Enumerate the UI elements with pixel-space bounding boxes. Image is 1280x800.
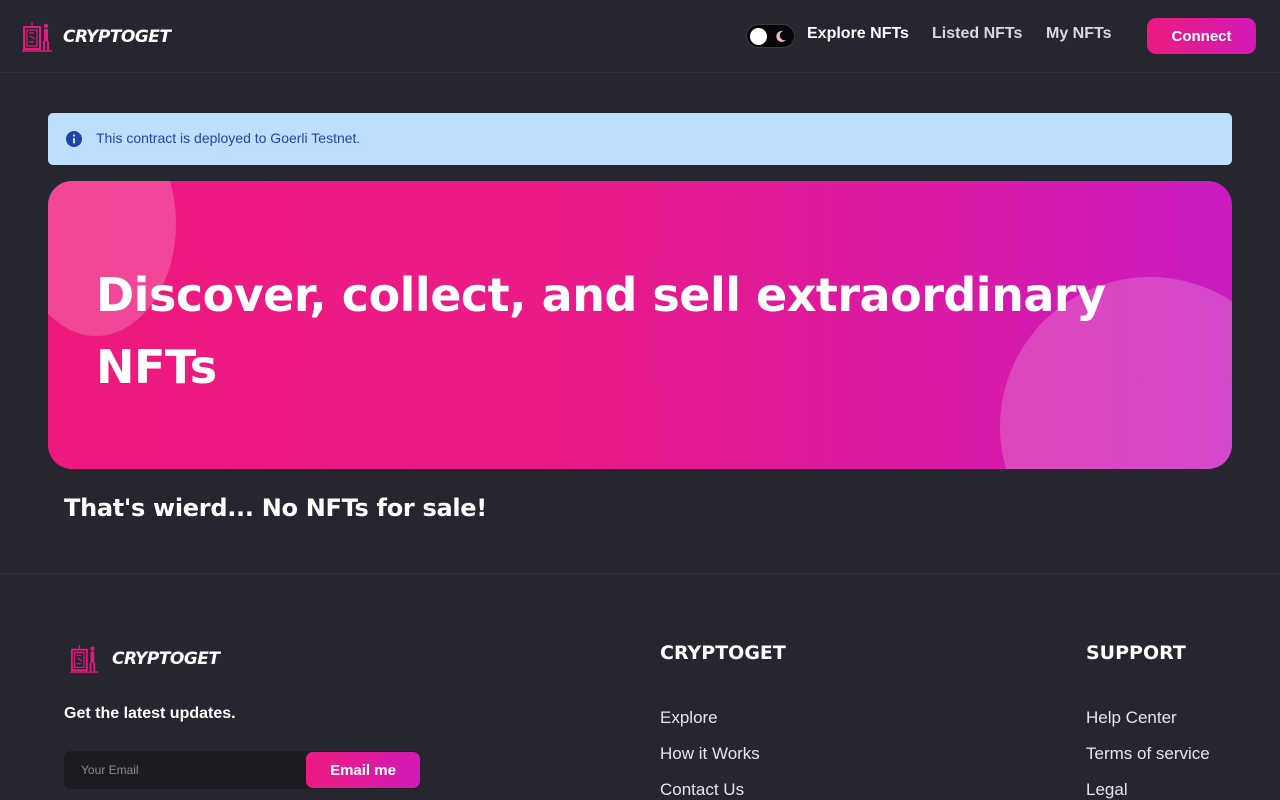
footer-col-title-support: SUPPORT (1086, 642, 1186, 664)
footer-link-terms-of-service[interactable]: Terms of service (1086, 744, 1210, 764)
nft-gallery-logo-icon (22, 22, 52, 52)
footer-col-title-cryptoget: CRYPTOGET (660, 642, 786, 664)
empty-state-message: That's wierd... No NFTs for sale! (64, 494, 487, 522)
brand-logo[interactable]: CRYPTOGET (22, 21, 171, 53)
email-input[interactable] (64, 751, 306, 789)
alert-message: This contract is deployed to Goerli Test… (96, 130, 361, 146)
connect-button[interactable]: Connect (1147, 18, 1256, 54)
footer-link-legal[interactable]: Legal (1086, 780, 1128, 800)
nav-explore-nfts[interactable]: Explore NFTs (807, 25, 909, 43)
newsletter-form: Email me (64, 751, 420, 789)
newsletter-label: Get the latest updates. (64, 705, 236, 722)
theme-toggle[interactable] (746, 24, 795, 48)
footer-link-help-center[interactable]: Help Center (1086, 708, 1177, 728)
footer-link-how-it-works[interactable]: How it Works (660, 744, 760, 764)
info-icon (66, 131, 82, 147)
hero-banner: Discover, collect, and sell extraordinar… (48, 181, 1232, 469)
hero-title: Discover, collect, and sell extraordinar… (96, 268, 1106, 394)
nav-listed-nfts[interactable]: Listed NFTs (932, 25, 1022, 43)
footer-brand-name: CRYPTOGET (112, 649, 220, 669)
footer-link-contact-us[interactable]: Contact Us (660, 780, 744, 800)
email-me-button[interactable]: Email me (306, 752, 420, 788)
moon-icon (776, 30, 786, 42)
footer-brand-logo[interactable]: CRYPTOGET (70, 644, 220, 674)
top-navbar: CRYPTOGET Explore NFTs Listed NFTs My NF… (0, 0, 1280, 73)
footer-link-explore[interactable]: Explore (660, 708, 718, 728)
brand-name: CRYPTOGET (63, 27, 171, 47)
toggle-knob (750, 28, 767, 45)
network-alert: This contract is deployed to Goerli Test… (48, 113, 1232, 165)
nft-gallery-logo-icon (70, 645, 98, 673)
footer: CRYPTOGET Get the latest updates. Email … (0, 573, 1280, 800)
nav-my-nfts[interactable]: My NFTs (1046, 25, 1111, 43)
